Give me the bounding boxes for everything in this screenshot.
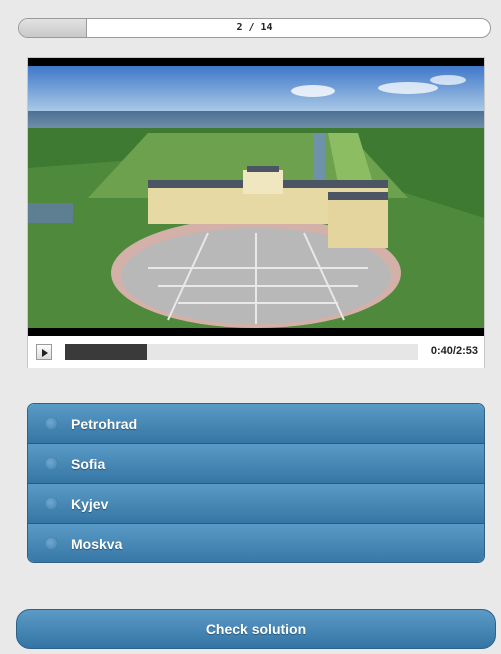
option-petrohrad[interactable]: Petrohrad <box>28 404 484 444</box>
player-controls: 0:40/2:53 <box>28 338 484 368</box>
video-frame[interactable] <box>28 58 484 336</box>
palace-aerial-image <box>28 58 484 336</box>
radio-button[interactable] <box>45 537 58 550</box>
seek-bar-played <box>65 344 147 360</box>
answer-options: Petrohrad Sofia Kyjev Moskva <box>27 403 485 563</box>
progress-bar: 2 / 14 <box>18 18 491 38</box>
radio-button[interactable] <box>45 417 58 430</box>
option-sofia[interactable]: Sofia <box>28 444 484 484</box>
check-solution-button[interactable]: Check solution <box>16 609 496 649</box>
video-player: 0:40/2:53 <box>27 57 485 368</box>
option-label: Kyjev <box>71 496 109 512</box>
time-display: 0:40/2:53 <box>430 345 478 357</box>
option-moskva[interactable]: Moskva <box>28 524 484 562</box>
option-label: Moskva <box>71 536 123 552</box>
radio-button[interactable] <box>45 457 58 470</box>
radio-button[interactable] <box>45 497 58 510</box>
seek-bar[interactable] <box>65 344 418 360</box>
option-kyjev[interactable]: Kyjev <box>28 484 484 524</box>
play-button[interactable] <box>36 344 52 360</box>
option-label: Petrohrad <box>71 416 138 432</box>
option-label: Sofia <box>71 456 106 472</box>
progress-text: 2 / 14 <box>236 22 273 33</box>
play-icon <box>42 349 48 357</box>
